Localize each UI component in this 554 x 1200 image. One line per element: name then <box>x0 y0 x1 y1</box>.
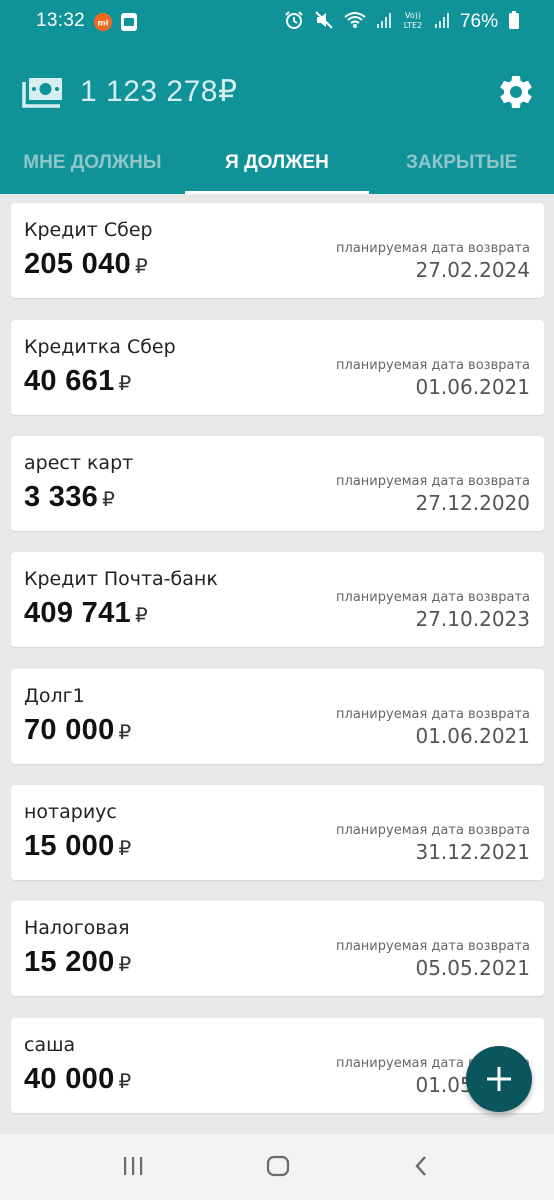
alarm-icon <box>284 10 304 34</box>
due-date: 27.10.2023 <box>415 607 530 631</box>
app-header: 1 123 278₽ <box>0 44 554 144</box>
debt-card[interactable]: арест карт 3 336 ₽ планируемая дата возвр… <box>11 436 544 531</box>
currency-symbol: ₽ <box>118 373 132 395</box>
due-date-label: планируемая дата возврата <box>336 358 530 373</box>
debt-name: арест карт <box>24 452 134 474</box>
due-date: 05.05.2021 <box>415 956 530 980</box>
debt-card[interactable]: саша 40 000₽ планируемая дата возврата 0… <box>11 1018 544 1113</box>
tab-owed-to-me[interactable]: МНЕ ДОЛЖНЫ <box>0 144 185 194</box>
system-nav-bar <box>0 1134 554 1200</box>
tab-bar: МНЕ ДОЛЖНЫ Я ДОЛЖЕН ЗАКРЫТЫЕ <box>0 144 554 194</box>
debt-name: саша <box>24 1034 76 1056</box>
app-screen: 13:32 mi Vo)) LTE2 76% 1 123 278₽ МНЕ ДО… <box>0 0 554 1200</box>
recents-icon[interactable] <box>121 1154 145 1182</box>
due-date-label: планируемая дата возврата <box>336 707 530 722</box>
mi-app-icon: mi <box>93 12 113 36</box>
due-date-label: планируемая дата возврата <box>336 590 530 605</box>
debt-amount: 40 000 ₽ <box>24 1063 132 1095</box>
debt-card[interactable]: Налоговая 15 200 ₽ планируемая дата возвр… <box>11 901 544 996</box>
status-bar: 13:32 mi Vo)) LTE2 76% <box>0 0 554 44</box>
debt-card[interactable]: нотариус 15 000 ₽ планируемая дата возвра… <box>11 785 544 880</box>
debt-amount: 40 661 ₽ <box>24 365 132 397</box>
battery-icon <box>508 10 520 34</box>
debt-amount: 205 040 ₽ <box>24 248 148 280</box>
wifi-icon <box>344 10 366 34</box>
currency-symbol: ₽ <box>134 605 148 627</box>
currency-symbol: ₽ <box>134 256 148 278</box>
currency-symbol: ₽ <box>118 722 132 744</box>
debt-name: Кредит Сбер <box>24 219 153 241</box>
currency-symbol: ₽ <box>118 838 132 860</box>
money-icon <box>22 76 64 112</box>
due-date: 27.02.2024 <box>415 258 530 282</box>
gear-icon[interactable] <box>496 72 536 116</box>
status-time: 13:32 <box>36 10 86 31</box>
debt-card[interactable]: Кредит Почта-банк 409 741 ₽ планируемая д… <box>11 552 544 647</box>
plus-icon <box>487 1067 511 1091</box>
status-icons: Vo)) LTE2 76% <box>284 9 520 35</box>
signal-icon <box>434 11 450 33</box>
due-date: 27.12.2020 <box>415 491 530 515</box>
debt-amount: 409 741 ₽ <box>24 597 148 629</box>
svg-text:Vo)): Vo)) <box>405 11 421 20</box>
add-debt-button[interactable] <box>466 1046 532 1112</box>
due-date-label: планируемая дата возврата <box>336 823 530 838</box>
debt-amount: 15 000 ₽ <box>24 830 132 862</box>
debt-name: Налоговая <box>24 917 130 939</box>
currency-symbol: ₽ <box>102 489 116 511</box>
tab-i-owe[interactable]: Я ДОЛЖЕН <box>184 144 370 194</box>
due-date: 01.06.2021 <box>415 724 530 748</box>
debt-amount: 3 336 ₽ <box>24 481 116 513</box>
svg-text:LTE2: LTE2 <box>404 21 422 30</box>
debt-card[interactable]: Долг1 70 000 ₽ планируемая дата возврата … <box>11 669 544 764</box>
volte-icon: Vo)) LTE2 <box>402 9 424 35</box>
signal-icon <box>376 11 392 33</box>
debt-card[interactable]: Кредитка Сбер 40 661 ₽ планируемая дата в… <box>11 320 544 415</box>
debt-name: Кредитка Сбер <box>24 336 176 358</box>
debt-amount: 70 000 ₽ <box>24 714 132 746</box>
currency-symbol: ₽ <box>118 1071 132 1093</box>
due-date-label: планируемая дата возврата <box>336 241 530 256</box>
currency-symbol: ₽ <box>118 954 132 976</box>
svg-text:mi: mi <box>97 19 108 28</box>
debt-name: Долг1 <box>24 685 85 707</box>
gallery-icon <box>120 12 138 36</box>
home-icon[interactable] <box>265 1154 291 1182</box>
debt-list: Кредит Сбер 205 040 ₽ планируемая дата во… <box>0 194 554 1134</box>
debt-amount: 15 200 ₽ <box>24 946 132 978</box>
battery-percent: 76% <box>459 11 498 32</box>
debt-name: Кредит Почта-банк <box>24 568 218 590</box>
debt-name: нотариус <box>24 801 117 823</box>
due-date-label: планируемая дата возврата <box>336 939 530 954</box>
total-balance: 1 123 278₽ <box>80 75 238 108</box>
due-date-label: планируемая дата возврата <box>336 474 530 489</box>
back-icon[interactable] <box>410 1154 434 1182</box>
tab-closed[interactable]: ЗАКРЫТЫЕ <box>369 144 554 194</box>
due-date: 01.06.2021 <box>415 375 530 399</box>
debt-card[interactable]: Кредит Сбер 205 040 ₽ планируемая дата во… <box>11 203 544 298</box>
due-date: 31.12.2021 <box>415 840 530 864</box>
mute-icon <box>314 10 334 34</box>
